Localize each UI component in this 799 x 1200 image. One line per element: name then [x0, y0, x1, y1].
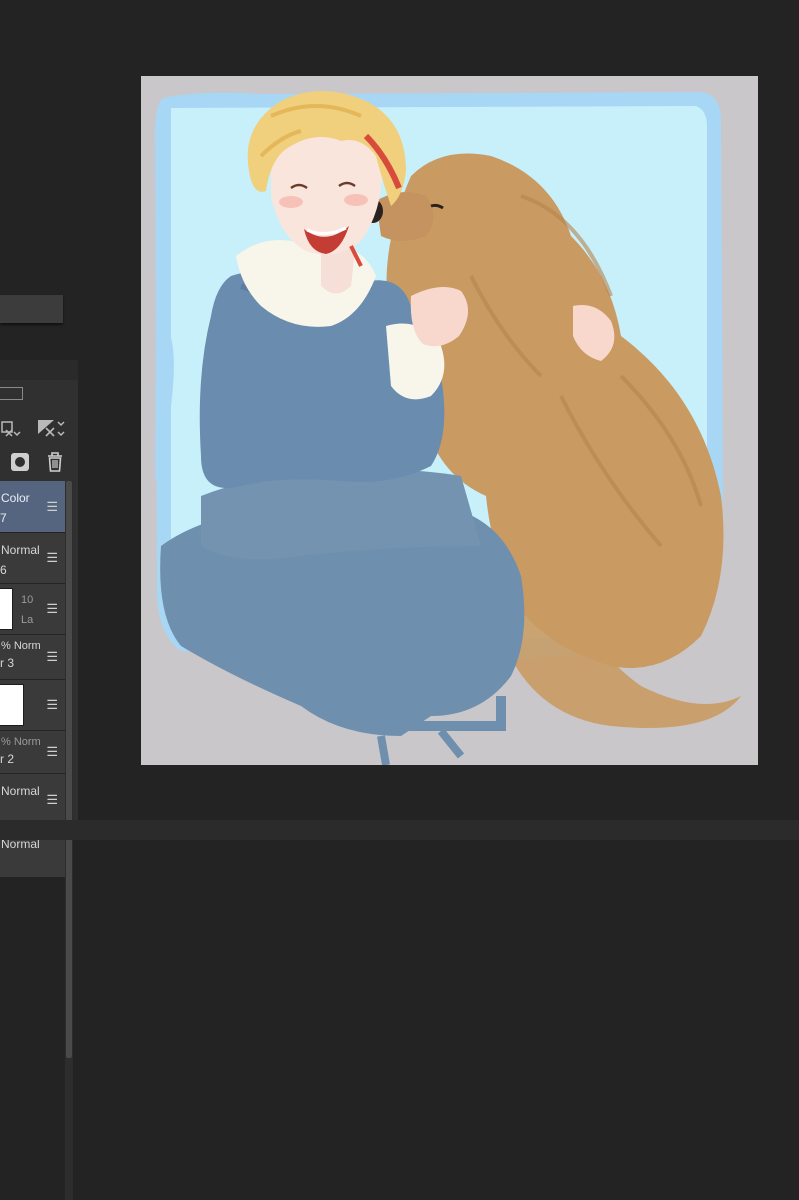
- drawing-canvas[interactable]: [141, 76, 758, 765]
- layer-blend-mode: Normal: [1, 784, 40, 798]
- layer-scrollbar[interactable]: [66, 481, 72, 1058]
- hamburger-icon[interactable]: ☰: [46, 499, 58, 515]
- layer-blend-mode: Color: [1, 491, 30, 505]
- layer-list: Color 7 ☰ Normal 6 ☰ 10 La ☰ % Norm r 3 …: [0, 481, 65, 878]
- layer-name: r 3: [0, 656, 15, 670]
- layer-mask-icon[interactable]: [10, 452, 30, 475]
- layer-row[interactable]: 10 La ☰: [0, 584, 65, 635]
- layer-name: 6: [0, 563, 7, 577]
- status-bar: [0, 820, 799, 840]
- merge-layer-icon[interactable]: [0, 418, 22, 443]
- clear-layer-icon[interactable]: [36, 418, 68, 443]
- layer-name: r 2: [0, 752, 15, 766]
- layer-blend-mode: Normal: [1, 543, 40, 557]
- hamburger-icon[interactable]: ☰: [46, 697, 58, 713]
- layer-row[interactable]: Color 7 ☰: [0, 481, 65, 533]
- hamburger-icon[interactable]: ☰: [46, 792, 58, 808]
- layer-opacity: 10: [21, 594, 34, 606]
- layer-row[interactable]: % Norm r 3 ☰: [0, 635, 65, 680]
- hamburger-icon[interactable]: ☰: [46, 550, 58, 566]
- collapsed-panel: [0, 295, 63, 323]
- layer-blend-mode: % Norm: [1, 736, 41, 748]
- artwork: [155, 91, 741, 765]
- layer-panel: Color 7 ☰ Normal 6 ☰ 10 La ☰ % Norm r 3 …: [0, 360, 78, 1200]
- hamburger-icon[interactable]: ☰: [46, 649, 58, 665]
- hamburger-icon[interactable]: ☰: [46, 744, 58, 760]
- layer-row[interactable]: ☰: [0, 680, 65, 731]
- trash-icon[interactable]: [46, 451, 64, 476]
- layer-name: La: [21, 614, 34, 626]
- layer-row[interactable]: % Norm r 2 ☰: [0, 731, 65, 774]
- hamburger-icon[interactable]: ☰: [46, 601, 58, 617]
- layer-thumbnail: [0, 684, 24, 726]
- layer-name: 7: [0, 511, 7, 525]
- layer-blend-mode: % Norm: [1, 640, 41, 652]
- layer-thumbnail: [0, 588, 13, 630]
- layer-search-field[interactable]: [0, 387, 23, 400]
- layer-row[interactable]: Normal 6 ☰: [0, 533, 65, 584]
- panel-header: [0, 360, 78, 380]
